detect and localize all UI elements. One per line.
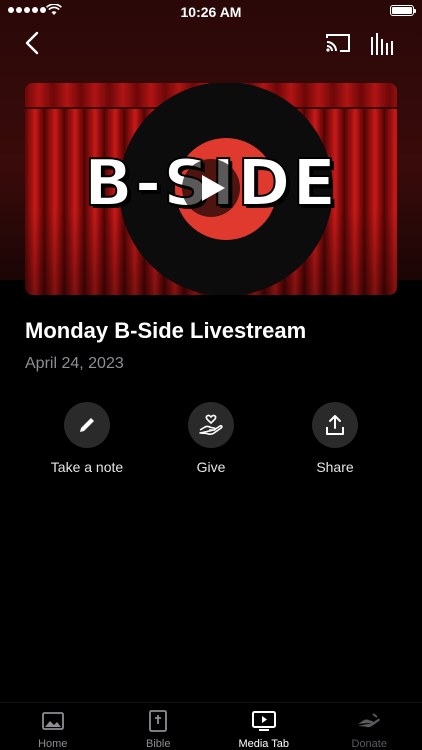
cast-icon (326, 34, 350, 52)
bible-icon (149, 710, 168, 732)
battery-icon (390, 5, 416, 16)
play-button[interactable] (182, 159, 240, 217)
tab-media-label: Media Tab (238, 738, 290, 750)
take-note-label: Take a note (50, 459, 124, 475)
media-date: April 24, 2023 (25, 355, 124, 372)
give-button[interactable]: Give (156, 402, 266, 475)
chevron-left-icon (25, 31, 39, 55)
tab-bar: Home Bible Media Tab Donate (0, 702, 422, 750)
tab-donate-label: Donate (351, 738, 387, 750)
share-icon (326, 415, 344, 435)
status-bar: 10:26 AM (0, 0, 422, 22)
tab-home-label: Home (38, 738, 68, 750)
tab-home[interactable]: Home (0, 703, 106, 750)
media-title: Monday B-Side Livestream (25, 318, 307, 343)
tv-play-icon (251, 711, 276, 731)
share-button[interactable]: Share (280, 402, 390, 475)
back-button[interactable] (20, 30, 46, 56)
equalizer-icon (371, 33, 393, 55)
tab-bible-label: Bible (146, 738, 171, 750)
tab-bible[interactable]: Bible (106, 703, 212, 750)
donate-icon (358, 713, 381, 728)
cast-button[interactable] (325, 32, 351, 54)
image-icon (41, 712, 64, 730)
play-icon (202, 175, 225, 201)
heart-hand-icon (199, 414, 223, 435)
status-time: 10:26 AM (180, 4, 242, 20)
take-note-button[interactable]: Take a note (32, 402, 142, 475)
tab-donate[interactable]: Donate (317, 703, 422, 750)
hero-artwork[interactable]: B-SIDE (25, 83, 397, 295)
share-label: Share (316, 459, 354, 475)
pencil-icon (80, 418, 94, 432)
audio-bars-button[interactable] (369, 31, 395, 55)
tab-media[interactable]: Media Tab (211, 703, 317, 750)
give-label: Give (196, 459, 226, 475)
